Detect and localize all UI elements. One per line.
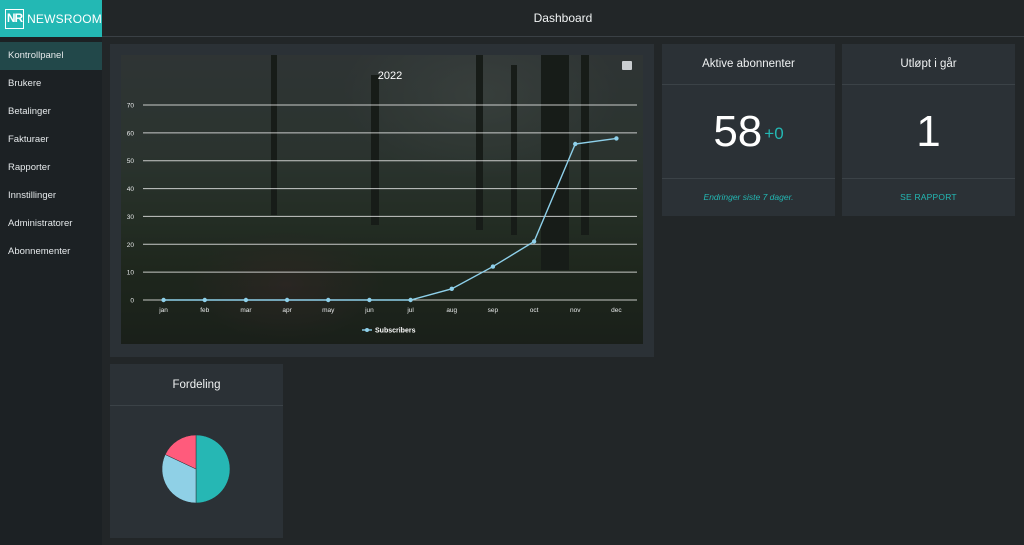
y-tick-label: 10 — [127, 270, 135, 277]
x-tick-label: jan — [158, 307, 168, 314]
active-subscribers-title: Aktive abonnenter — [662, 44, 835, 85]
x-tick-label: nov — [570, 307, 581, 314]
x-tick-label: aug — [446, 307, 457, 314]
data-point — [243, 297, 249, 303]
active-subscribers-card: Aktive abonnenter 58 +0 Endringer siste … — [662, 44, 835, 216]
data-point — [161, 297, 166, 303]
top-bar: NR NEWSROOM Dashboard — [0, 0, 1024, 37]
expired-yesterday-value: 1 — [916, 106, 941, 156]
y-tick-label: 0 — [130, 298, 134, 305]
x-tick-label: jun — [364, 307, 374, 314]
data-point — [284, 297, 290, 303]
active-subscribers-footer: Endringer siste 7 dager. — [703, 192, 794, 202]
series-line-subscribers — [163, 137, 617, 301]
sidebar: Kontrollpanel Brukere Betalinger Faktura… — [0, 37, 102, 545]
data-point — [449, 286, 454, 292]
expired-yesterday-title: Utløpt i går — [842, 44, 1015, 85]
logo-mark: NR — [5, 8, 25, 29]
pie-slice — [195, 434, 231, 504]
data-point — [326, 297, 331, 303]
x-tick-label: sep — [488, 307, 499, 314]
data-point — [367, 297, 372, 303]
legend-marker — [365, 328, 369, 332]
active-subscribers-delta: +0 — [764, 123, 784, 143]
legend-label-subscribers: Subscribers — [375, 328, 416, 335]
distribution-card: Fordeling — [110, 364, 283, 538]
data-point — [202, 297, 207, 303]
y-tick-label: 30 — [127, 214, 135, 221]
sidebar-item-brukere[interactable]: Brukere — [0, 70, 102, 98]
sidebar-item-abonnementer[interactable]: Abonnementer — [0, 238, 102, 266]
active-subscribers-body: 58 +0 — [662, 85, 835, 179]
data-point — [614, 136, 619, 141]
distribution-title: Fordeling — [110, 364, 283, 406]
x-tick-label: oct — [530, 307, 539, 314]
x-tick-label: feb — [200, 307, 209, 314]
subscribers-chart-card: 2022 0 10 20 30 40 50 60 70 jan feb mar apr may jun jul… — [110, 44, 654, 357]
y-tick-label: 60 — [127, 130, 135, 137]
sidebar-item-innstillinger[interactable]: Innstillinger — [0, 182, 102, 210]
sidebar-item-kontrollpanel[interactable]: Kontrollpanel — [0, 42, 102, 70]
image-icon[interactable] — [622, 61, 632, 70]
x-tick-label: apr — [282, 307, 292, 314]
page-title: Dashboard — [533, 11, 593, 25]
y-tick-label: 20 — [127, 242, 135, 249]
x-tick-label: jul — [406, 307, 414, 314]
sidebar-item-administratorer[interactable]: Administratorer — [0, 210, 102, 238]
x-tick-label: mar — [240, 307, 252, 314]
data-point — [490, 264, 496, 269]
logo-text: NEWSROOM — [27, 11, 102, 26]
sidebar-item-rapporter[interactable]: Rapporter — [0, 154, 102, 182]
distribution-pie-chart — [161, 434, 231, 504]
active-subscribers-value: 58 — [713, 106, 763, 156]
chart-background-photo: 2022 0 10 20 30 40 50 60 70 jan feb mar apr may jun jul… — [121, 55, 643, 344]
y-tick-label: 50 — [127, 158, 135, 165]
y-tick-label: 40 — [127, 186, 135, 193]
data-point — [573, 141, 578, 147]
data-point — [408, 297, 413, 303]
see-report-link[interactable]: SE RAPPORT — [842, 179, 1015, 216]
expired-yesterday-body: 1 — [842, 85, 1015, 179]
data-point — [531, 239, 537, 244]
sidebar-item-fakturaer[interactable]: Fakturaer — [0, 126, 102, 154]
expired-yesterday-card: Utløpt i går 1 SE RAPPORT — [842, 44, 1015, 216]
x-tick-label: may — [322, 307, 335, 314]
sidebar-item-betalinger[interactable]: Betalinger — [0, 98, 102, 126]
subscribers-line-chart: 2022 0 10 20 30 40 50 60 70 jan feb mar apr may jun jul… — [127, 70, 637, 335]
x-tick-label: dec — [611, 307, 622, 314]
chart-title: 2022 — [378, 70, 402, 82]
newsroom-logo[interactable]: NR NEWSROOM — [0, 0, 102, 37]
y-tick-label: 70 — [127, 103, 135, 110]
